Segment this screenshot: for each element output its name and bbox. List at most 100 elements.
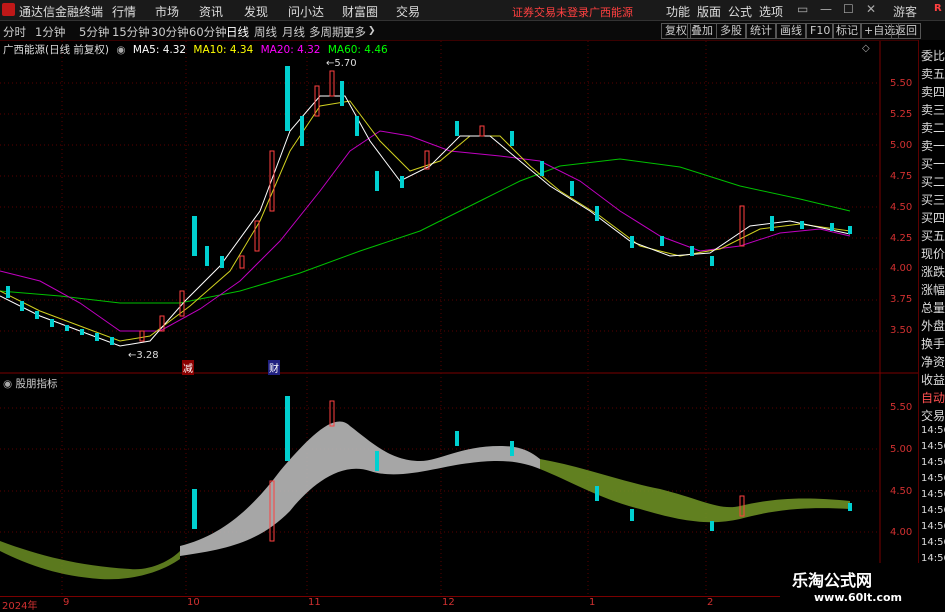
rp-sell5: 卖五 [921,67,945,81]
window-menu-icon[interactable]: ▭ [797,2,808,16]
minimize-icon[interactable]: — [820,2,832,16]
rp-buy4: 买四 [921,211,945,225]
login-warning[interactable]: 证券交易未登录 [512,4,589,20]
period-multi[interactable]: 多周期 [309,24,344,40]
ma5-line [0,95,851,347]
rp-time: 14:56 [921,489,945,500]
guest-label[interactable]: 游客 [893,3,917,20]
sub-y-tick: 4.00 [890,527,913,538]
btn-diejia[interactable]: 叠加 [687,23,717,39]
rp-time: 14:56 [921,473,945,484]
rp-change: 涨跌 [921,265,945,279]
pane-expand-icon[interactable]: ◇ [862,43,870,54]
chart-canvas[interactable] [0,41,918,609]
period-fenshi[interactable]: 分时 [3,24,26,40]
menu-wenxiaoda[interactable]: 问小达 [288,3,324,20]
high-price-label: ←5.70 [326,58,357,69]
menu-caifuquan[interactable]: 财富圈 [342,3,378,20]
period-weekly[interactable]: 周线 [254,24,277,40]
menu-hangqing[interactable]: 行情 [112,3,136,20]
period-5min[interactable]: 5分钟 [79,24,109,40]
btn-tongji[interactable]: 统计 [746,23,776,39]
x-tick: 9 [63,597,70,608]
btn-huaxian[interactable]: 画线 [776,23,806,39]
rp-buy1: 买一 [921,157,945,171]
rp-sell1: 卖一 [921,139,945,153]
watermark: 乐淘公式网 www.60lt.com [780,563,945,609]
x-tick-year: 2024年 [2,601,38,612]
period-30min[interactable]: 30分钟 [151,24,189,40]
btn-f10[interactable]: F10 [806,23,835,39]
menu-jiaoyi[interactable]: 交易 [396,3,420,20]
period-daily[interactable]: 日线 [226,24,249,40]
rp-volume: 总量 [921,301,945,315]
menu-banmian[interactable]: 版面 [697,3,721,20]
r-badge: R [934,3,942,14]
rp-auto[interactable]: 自动 [921,389,945,406]
sub-ribbon-green [540,459,850,523]
y-tick: 5.50 [890,78,913,89]
month-separators [61,41,707,596]
menu-gongneng[interactable]: 功能 [666,3,690,20]
collapse-icon[interactable]: ◉ [116,44,125,56]
menu-xuanxiang[interactable]: 选项 [759,3,783,20]
sub-y-tick: 5.50 [890,402,913,413]
menu-zixun[interactable]: 资讯 [199,3,223,20]
ma5-label: MA5: 4.32 [132,44,187,56]
close-icon[interactable]: ✕ [866,2,876,16]
x-tick: 2 [707,597,714,608]
main-chart-legend: 广西能源(日线 前复权) ◉ MA5: 4.32 MA10: 4.34 MA20… [3,42,392,57]
ma10-line [0,100,851,342]
rp-time: 14:56 [921,537,945,548]
more-chevron-icon[interactable]: ❯ [368,26,376,36]
y-tick: 3.75 [890,294,913,305]
top-stock-name: 广西能源 [589,6,633,19]
rp-earnings: 收益 [921,373,945,387]
title-menu-bar: 通达信金融终端 行情 市场 资讯 发现 问小达 财富圈 交易 证券交易未登录 广… [0,0,945,21]
menu-faxian[interactable]: 发现 [244,3,268,20]
x-tick: 12 [442,597,455,608]
rp-time: 14:56 [921,441,945,452]
x-tick: 10 [187,597,200,608]
sub-indicator-title[interactable]: 股朋指标 [16,378,58,390]
sub-y-tick: 4.50 [890,486,913,497]
stock-title[interactable]: 广西能源(日线 前复权) [3,44,109,56]
ma60-label: MA60: 4.46 [327,44,388,56]
event-jian-marker[interactable]: 减 [182,360,194,375]
btn-back[interactable]: 返回 [891,23,921,39]
sub-ribbon-left [0,541,180,580]
x-axis: 2024年 9 10 11 12 1 2 [0,596,880,612]
rp-outer: 外盘 [921,319,945,333]
period-15min[interactable]: 15分钟 [112,24,150,40]
rp-time: 14:56 [921,505,945,516]
y-tick: 5.25 [890,109,913,120]
sub-collapse-icon[interactable]: ◉ [3,378,12,390]
event-cai-marker[interactable]: 财 [268,360,280,375]
ma10-label: MA10: 4.34 [193,44,254,56]
rp-price: 现价 [921,247,945,261]
high-value: 5.70 [334,58,357,69]
rp-netasset: 净资 [921,355,945,369]
period-60min[interactable]: 60分钟 [189,24,227,40]
menu-shichang[interactable]: 市场 [155,3,179,20]
rp-trade[interactable]: 交易 [921,407,945,424]
y-tick: 3.50 [890,325,913,336]
rp-time: 14:56 [921,521,945,532]
low-price-label: ←3.28 [128,350,159,361]
maximize-icon[interactable]: ☐ [843,2,854,16]
rp-weibi: 委比 [921,49,945,63]
btn-duogu[interactable]: 多股 [716,23,746,39]
menu-gongshi[interactable]: 公式 [728,3,752,20]
app-name: 通达信金融终端 [19,5,104,19]
x-tick: 11 [308,597,321,608]
period-monthly[interactable]: 月线 [282,24,305,40]
right-quote-panel: 委比 卖五 卖四 卖三 卖二 卖一 买一 买二 买三 买四 买五 现价 涨跌 涨… [918,40,945,609]
period-more[interactable]: 更多 [343,24,366,40]
y-tick: 4.75 [890,171,913,182]
app-logo-icon [2,3,15,16]
y-tick: 5.00 [890,140,913,151]
btn-biaoji[interactable]: 标记 [832,23,862,39]
rp-sell3: 卖三 [921,103,945,117]
rp-time: 14:56 [921,457,945,468]
period-1min[interactable]: 1分钟 [35,24,65,40]
